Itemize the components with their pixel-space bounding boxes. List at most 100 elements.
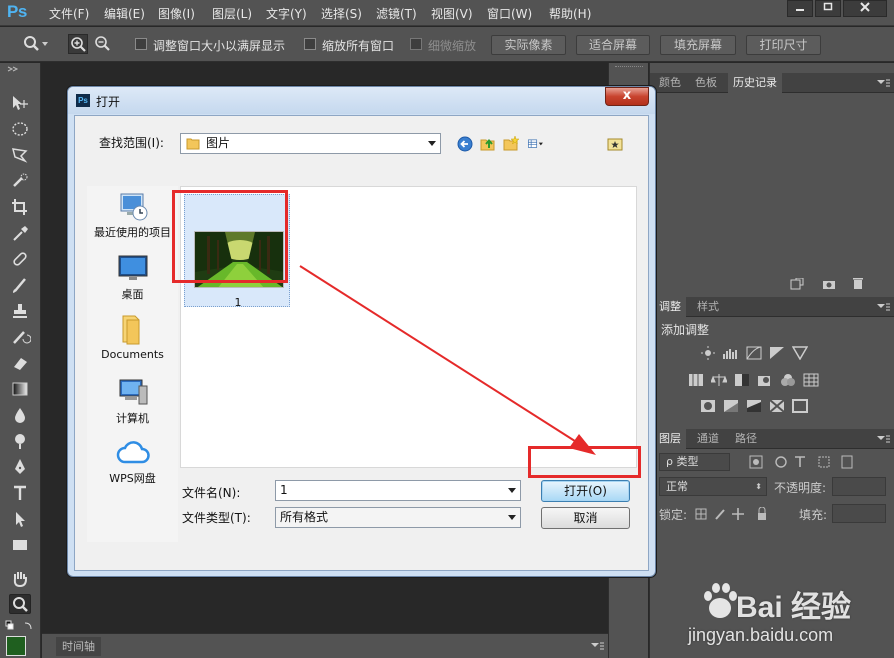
- move-tool[interactable]: [9, 93, 31, 113]
- dodge-tool[interactable]: [9, 431, 31, 451]
- tab-history[interactable]: 历史记录: [728, 73, 782, 93]
- path-selection-tool[interactable]: [9, 509, 31, 529]
- brightness-contrast-icon[interactable]: [700, 346, 716, 360]
- trash-icon[interactable]: [852, 277, 864, 290]
- lasso-tool[interactable]: [9, 145, 31, 165]
- eyedropper-tool[interactable]: [9, 223, 31, 243]
- curves-icon[interactable]: [746, 346, 762, 360]
- layer-filter-icons[interactable]: [748, 455, 868, 469]
- open-button[interactable]: 打开(O): [541, 480, 630, 502]
- blur-tool[interactable]: [9, 405, 31, 425]
- rectangle-tool[interactable]: [9, 535, 31, 555]
- threshold-icon[interactable]: [746, 399, 762, 413]
- zoom-tool[interactable]: [9, 594, 31, 614]
- marquee-tool[interactable]: [9, 119, 31, 139]
- fill-input[interactable]: [832, 504, 886, 523]
- foreground-color-swatch[interactable]: [6, 636, 26, 656]
- photo-filter-icon[interactable]: [757, 373, 773, 387]
- selective-color-icon[interactable]: [769, 399, 785, 413]
- resize-windows-checkbox[interactable]: [135, 38, 147, 50]
- tab-paths[interactable]: 路径: [730, 429, 762, 449]
- fit-screen-button[interactable]: 适合屏幕: [576, 35, 650, 55]
- file-name-input[interactable]: 1: [275, 480, 521, 501]
- menu-file[interactable]: 文件(F): [49, 5, 89, 22]
- actual-pixels-button[interactable]: 实际像素: [491, 35, 566, 55]
- default-colors-icon[interactable]: [3, 620, 37, 632]
- zoom-out-icon[interactable]: [93, 34, 113, 54]
- lock-icons[interactable]: [694, 507, 774, 521]
- menu-help[interactable]: 帮助(H): [549, 5, 591, 22]
- dock-grip[interactable]: [615, 66, 643, 72]
- print-size-button[interactable]: 打印尺寸: [746, 35, 821, 55]
- window-close-button[interactable]: [843, 0, 887, 17]
- zoom-tool-preset-icon[interactable]: [22, 34, 48, 54]
- place-computer[interactable]: 计算机: [87, 376, 178, 426]
- panel-menu-icon[interactable]: [876, 303, 890, 311]
- place-wps-cloud[interactable]: WPS网盘: [87, 438, 178, 486]
- crop-tool[interactable]: [9, 197, 31, 217]
- minimize-button[interactable]: [787, 0, 813, 17]
- place-recent[interactable]: 最近使用的项目: [87, 190, 178, 240]
- color-lookup-icon[interactable]: [803, 373, 819, 387]
- tab-swatches[interactable]: 色板: [690, 73, 722, 93]
- type-tool[interactable]: [9, 483, 31, 503]
- gradient-map-icon[interactable]: [792, 399, 808, 413]
- menu-filter[interactable]: 滤镜(T): [376, 5, 417, 22]
- dialog-close-button[interactable]: x: [605, 87, 649, 106]
- black-white-icon[interactable]: [734, 373, 750, 387]
- gradient-tool[interactable]: [9, 379, 31, 399]
- healing-brush-tool[interactable]: [9, 249, 31, 269]
- menu-view[interactable]: 视图(V): [431, 5, 473, 22]
- panel-menu-icon[interactable]: [876, 79, 890, 87]
- hand-tool[interactable]: [9, 569, 31, 589]
- menu-image[interactable]: 图像(I): [158, 5, 195, 22]
- tab-layers[interactable]: 图层: [654, 429, 686, 449]
- cancel-button[interactable]: 取消: [541, 507, 630, 529]
- tab-styles[interactable]: 样式: [692, 297, 724, 317]
- opacity-input[interactable]: [832, 477, 886, 496]
- vibrance-icon[interactable]: [791, 346, 809, 361]
- file-type-select[interactable]: 所有格式: [275, 507, 521, 528]
- panel-menu-icon[interactable]: [876, 435, 890, 443]
- fill-screen-button[interactable]: 填充屏幕: [660, 35, 736, 55]
- menu-type[interactable]: 文字(Y): [266, 5, 307, 22]
- new-folder-button[interactable]: [502, 135, 520, 153]
- layer-filter-select[interactable]: ρ 类型: [659, 453, 730, 471]
- view-menu-button[interactable]: [527, 135, 553, 153]
- menu-select[interactable]: 选择(S): [321, 5, 362, 22]
- clone-stamp-tool[interactable]: [9, 301, 31, 321]
- menu-layer[interactable]: 图层(L): [212, 5, 252, 22]
- tab-adjustments[interactable]: 调整: [654, 297, 686, 317]
- posterize-icon[interactable]: [723, 399, 739, 413]
- menu-edit[interactable]: 编辑(E): [104, 5, 145, 22]
- panel-menu-icon[interactable]: [590, 642, 604, 650]
- eraser-tool[interactable]: [9, 353, 31, 373]
- pen-tool[interactable]: [9, 457, 31, 477]
- hue-saturation-icon[interactable]: [688, 373, 704, 387]
- levels-icon[interactable]: [723, 346, 739, 360]
- zoom-in-icon[interactable]: [68, 34, 88, 54]
- maximize-button[interactable]: [815, 0, 841, 17]
- back-button[interactable]: [456, 135, 474, 153]
- place-documents[interactable]: Documents: [87, 314, 178, 361]
- menu-window[interactable]: 窗口(W): [487, 5, 532, 22]
- tab-channels[interactable]: 通道: [692, 429, 724, 449]
- quick-selection-tool[interactable]: [9, 171, 31, 191]
- place-desktop[interactable]: 桌面: [87, 252, 178, 302]
- tab-color[interactable]: 颜色: [654, 73, 686, 93]
- up-folder-button[interactable]: [479, 135, 497, 153]
- new-document-from-state-icon[interactable]: [790, 278, 804, 290]
- scrubby-zoom-checkbox[interactable]: [410, 38, 422, 50]
- camera-icon[interactable]: [822, 278, 836, 290]
- invert-icon[interactable]: [700, 399, 716, 413]
- shortcut-folder-button[interactable]: [606, 135, 624, 153]
- zoom-all-windows-checkbox[interactable]: [304, 38, 316, 50]
- dialog-title-bar[interactable]: Ps 打开 x: [68, 87, 655, 114]
- look-in-combo[interactable]: 图片: [180, 133, 441, 154]
- blend-mode-select[interactable]: 正常 ⬍: [659, 477, 767, 496]
- channel-mixer-icon[interactable]: [780, 373, 796, 387]
- timeline-tab[interactable]: 时间轴: [56, 637, 101, 656]
- color-balance-icon[interactable]: [710, 373, 728, 387]
- history-brush-tool[interactable]: [9, 327, 32, 347]
- brush-tool[interactable]: [9, 275, 31, 295]
